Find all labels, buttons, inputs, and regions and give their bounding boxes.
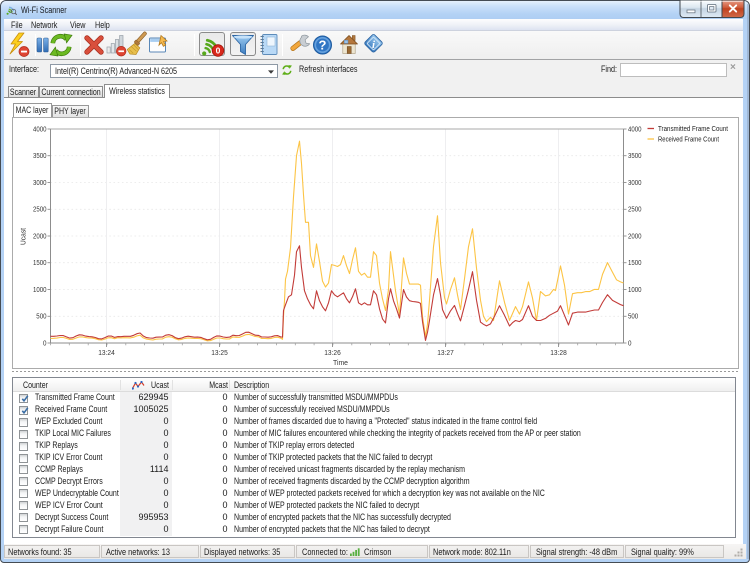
svg-text:1500: 1500 (628, 260, 642, 267)
svg-text:13:25: 13:25 (211, 350, 228, 357)
svg-text:0: 0 (628, 340, 632, 347)
svg-text:1000: 1000 (628, 286, 642, 293)
svg-text:2500: 2500 (33, 206, 47, 213)
svg-text:?: ? (319, 38, 327, 53)
svg-text:Time: Time (333, 360, 348, 367)
svg-text:13:27: 13:27 (437, 350, 454, 357)
svg-text:3000: 3000 (628, 179, 642, 186)
svg-text:0: 0 (216, 46, 221, 56)
svg-text:2000: 2000 (33, 233, 47, 240)
svg-text:500: 500 (36, 313, 46, 320)
svg-text:3500: 3500 (628, 153, 642, 160)
svg-text:2000: 2000 (628, 233, 642, 240)
svg-text:1500: 1500 (33, 260, 47, 267)
svg-text:13:24: 13:24 (98, 350, 115, 357)
svg-text:2500: 2500 (628, 206, 642, 213)
svg-text:4000: 4000 (628, 126, 642, 133)
svg-text:0: 0 (43, 340, 47, 347)
svg-text:Transmitted Frame Count: Transmitted Frame Count (658, 126, 728, 133)
svg-text:3000: 3000 (33, 179, 47, 186)
svg-text:3500: 3500 (33, 153, 47, 160)
svg-text:13:28: 13:28 (550, 350, 567, 357)
svg-text:1000: 1000 (33, 286, 47, 293)
svg-text:Ucast: Ucast (20, 227, 27, 244)
svg-text:Received Frame Count: Received Frame Count (658, 136, 719, 143)
svg-text:4000: 4000 (33, 126, 47, 133)
svg-text:13:26: 13:26 (324, 350, 341, 357)
svg-text:500: 500 (628, 313, 638, 320)
